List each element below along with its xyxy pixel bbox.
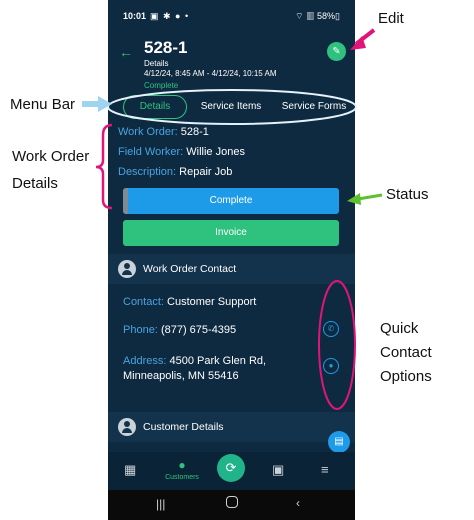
field-worker: Field Worker: Willie Jones [118,146,245,158]
contacts-icon[interactable]: ▣ [272,462,284,478]
phone-label: Phone: [123,324,158,336]
customer-details-header[interactable]: Customer Details [108,412,355,442]
status-text: Complete [144,81,179,90]
field-worker-label: Field Worker: [118,146,184,158]
home-icon[interactable] [226,496,238,508]
description-label: Description: [118,166,177,178]
menu-icon[interactable]: ≡ [321,462,329,477]
annotation-menu-bar: Menu Bar [10,96,76,113]
chat-icon[interactable]: ▤ [328,431,350,453]
contact-value: Customer Support [167,296,257,308]
back-arrow-icon[interactable]: ← [119,44,133,60]
customers-label: Customers [165,474,199,481]
tab-service-items[interactable]: Service Items [194,95,268,119]
page-title: 528-1 [144,38,188,57]
call-phone-icon[interactable]: ✆ [323,321,339,337]
status-bar: 10:01 ▣ ✱ ● • ⌔ ▥ 58%▯ [108,0,355,30]
edit-arrow [354,28,376,46]
field-worker-value: Willie Jones [186,146,245,158]
tab-service-forms[interactable]: Service Forms [276,95,352,119]
status-arrow [357,193,383,201]
phone-value: (877) 675-4395 [160,324,237,336]
work-order-value: 528-1 [180,126,209,138]
tab-details[interactable]: Details [123,95,187,119]
annotation-work-order-details: Work Order Details [12,148,90,192]
system-back-icon[interactable]: ‹ [296,496,300,510]
map-pin-icon[interactable]: ● [323,358,339,374]
contact-label: Contact: [123,296,164,308]
description: Description: Repair Job [118,166,232,178]
work-order-number: Work Order: 528-1 [118,126,209,138]
nav-customers[interactable]: ● Customers [164,458,200,481]
work-order-contact-header[interactable]: Work Order Contact [108,254,355,284]
annotation-quick-contact: Quick Contact Options [380,320,432,385]
complete-status-button[interactable]: Complete [123,188,339,214]
sync-icon[interactable]: ⟳ [217,454,245,482]
contact-name: Contact: Customer Support [123,296,256,308]
person-icon [118,418,136,436]
annotation-edit: Edit [378,10,404,27]
status-stripe [123,188,128,214]
phone-screen: 10:01 ▣ ✱ ● • ⌔ ▥ 58%▯ ← 528-1 Details 4… [108,0,355,520]
address-label: Address: [123,355,167,367]
complete-label: Complete [209,195,253,206]
bottom-nav: ▦ ● Customers ⟳ ▣ ≡ [108,452,355,490]
work-order-label: Work Order: [118,126,178,138]
system-nav-bar: ||| ‹ [108,490,355,520]
contact-address: Address: 4500 Park Glen Rd, Minneapolis,… [123,354,298,384]
contact-phone: Phone: (877) 675-4395 [123,324,236,336]
invoice-button[interactable]: Invoice [123,220,339,246]
section-title: Customer Details [143,421,224,433]
notification-icons: ▣ ✱ ● • [150,11,190,21]
customers-person-icon: ● [178,458,186,472]
recent-apps-icon[interactable]: ||| [156,497,165,511]
edit-pencil-icon[interactable]: ✎ [327,42,346,61]
person-icon [118,260,136,278]
reports-icon[interactable]: ▦ [124,462,136,478]
menu-bar: Details Service Items Service Forms [108,95,355,119]
annotation-status: Status [386,186,429,203]
date-range: 4/12/24, 8:45 AM - 4/12/24, 10:15 AM [144,69,277,78]
battery-status: ⌔ ▥ 58%▯ [295,11,340,21]
description-value: Repair Job [179,166,233,178]
status-time: 10:01 [123,11,147,21]
page-subtitle: Details [144,59,169,68]
section-title: Work Order Contact [143,263,237,275]
